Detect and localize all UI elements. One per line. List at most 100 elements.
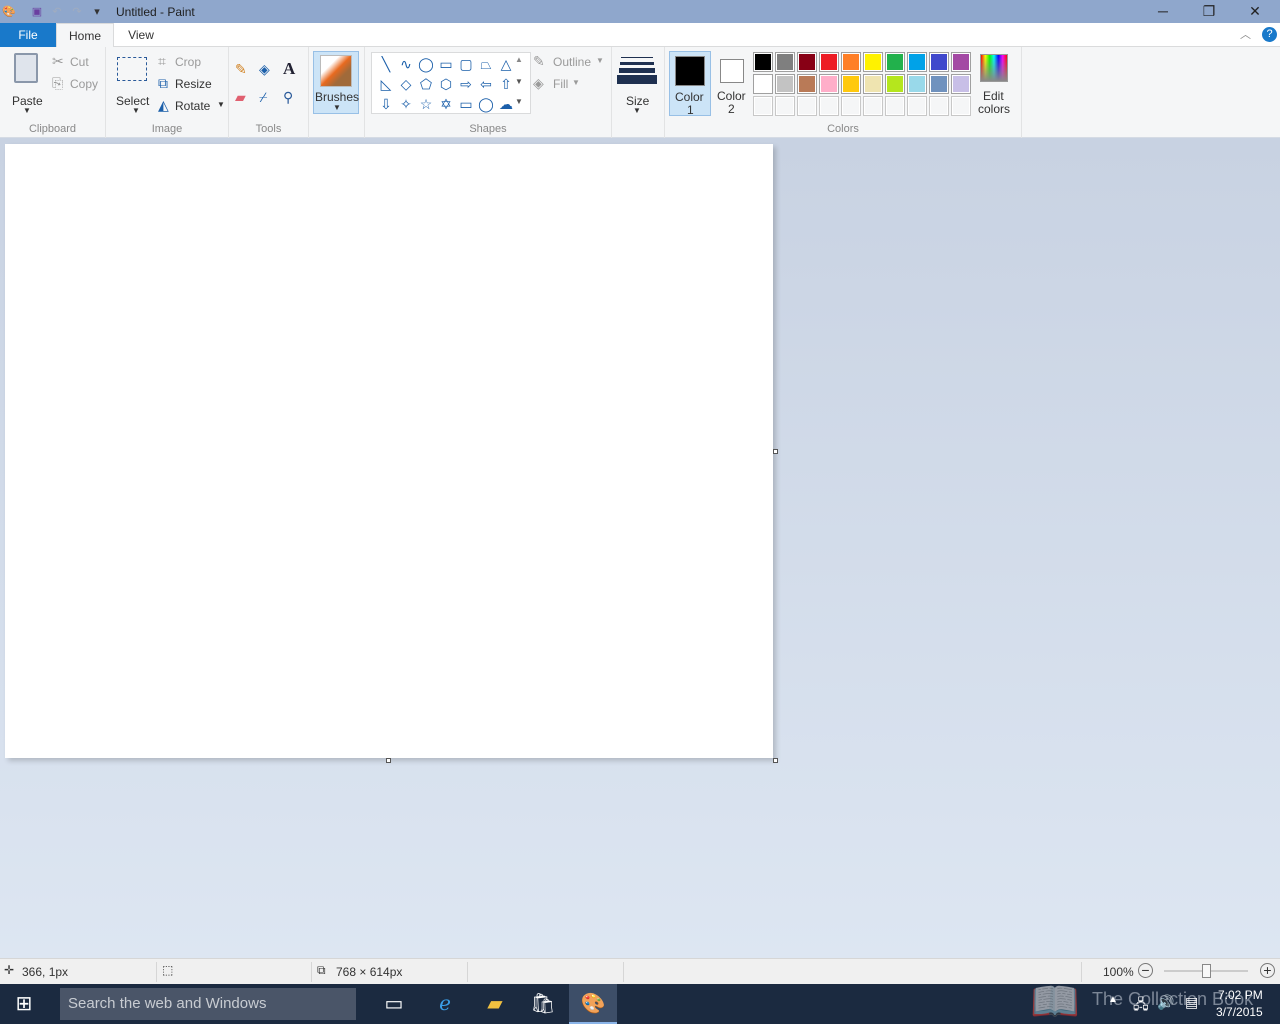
shape-item[interactable]: ⇨ bbox=[456, 74, 476, 94]
text-tool-icon[interactable]: A bbox=[283, 59, 295, 79]
task-view-icon[interactable]: ▭ bbox=[370, 984, 418, 1024]
volume-icon[interactable]: 🔊 bbox=[1157, 994, 1174, 1011]
save-icon[interactable]: ▣ bbox=[30, 5, 44, 19]
custom-color-slot[interactable] bbox=[775, 96, 795, 116]
custom-color-slot[interactable] bbox=[885, 96, 905, 116]
shape-item[interactable]: ⇩ bbox=[376, 94, 396, 114]
shape-item[interactable]: ◇ bbox=[396, 74, 416, 94]
palette-swatch[interactable] bbox=[929, 52, 949, 72]
custom-color-slot[interactable] bbox=[929, 96, 949, 116]
palette-swatch[interactable] bbox=[951, 52, 971, 72]
color1-button[interactable]: Color 1 bbox=[669, 51, 711, 117]
edit-colors-button[interactable]: Edit colors bbox=[975, 51, 1015, 117]
custom-color-slot[interactable] bbox=[841, 96, 861, 116]
undo-icon[interactable]: ↶ bbox=[50, 5, 64, 19]
paint-app-icon[interactable]: 🎨 bbox=[2, 5, 16, 19]
palette-swatch[interactable] bbox=[819, 52, 839, 72]
palette-swatch[interactable] bbox=[907, 52, 927, 72]
shape-item[interactable]: ▭ bbox=[456, 94, 476, 114]
palette-swatch[interactable] bbox=[753, 74, 773, 94]
rotate-button[interactable]: ◭ Rotate ▼ bbox=[158, 97, 225, 115]
custom-color-slot[interactable] bbox=[797, 96, 817, 116]
resize-handle-right[interactable] bbox=[773, 449, 778, 454]
customize-quick-access-icon[interactable]: ▾ bbox=[90, 5, 104, 19]
internet-explorer-icon[interactable]: ℯ bbox=[421, 984, 469, 1024]
palette-swatch[interactable] bbox=[775, 52, 795, 72]
eraser-icon[interactable]: ▰ bbox=[235, 89, 246, 106]
shape-item[interactable]: ⬠ bbox=[416, 74, 436, 94]
network-icon[interactable]: 🖧 bbox=[1133, 994, 1149, 1018]
start-windows-icon[interactable]: ⊞ bbox=[0, 984, 48, 1024]
outline-button[interactable]: ✎ Outline ▼ bbox=[533, 53, 605, 71]
shape-item[interactable]: ⇧ bbox=[496, 74, 516, 94]
color2-button[interactable]: Color 2 bbox=[713, 51, 755, 116]
help-icon[interactable]: ? bbox=[1262, 27, 1277, 42]
action-center-icon[interactable]: ▤ bbox=[1185, 994, 1198, 1011]
fill-button[interactable]: ◈ Fill ▼ bbox=[533, 75, 605, 93]
palette-swatch[interactable] bbox=[841, 52, 861, 72]
shape-item[interactable]: ▢ bbox=[456, 54, 476, 74]
shape-item[interactable]: ✧ bbox=[396, 94, 416, 114]
crop-button[interactable]: ⌗ Crop bbox=[158, 53, 218, 71]
clock-date[interactable]: 3/7/2015 bbox=[1216, 1005, 1263, 1019]
shape-item[interactable]: ▭ bbox=[436, 54, 456, 74]
custom-color-slot[interactable] bbox=[819, 96, 839, 116]
shape-item[interactable]: ☁ bbox=[496, 94, 516, 114]
custom-color-slot[interactable] bbox=[907, 96, 927, 116]
pencil-icon[interactable]: ✎ bbox=[235, 61, 247, 78]
shape-item[interactable]: ∿ bbox=[396, 54, 416, 74]
restore-button[interactable]: ❐ bbox=[1186, 0, 1232, 23]
shape-item[interactable]: ⬡ bbox=[436, 74, 456, 94]
clock-time[interactable]: 7:02 PM bbox=[1218, 988, 1263, 1002]
magnifier-icon[interactable]: ⚲ bbox=[283, 89, 293, 106]
shape-item[interactable]: ⇦ bbox=[476, 74, 496, 94]
copy-button[interactable]: ⎘ Copy bbox=[52, 75, 102, 93]
minimize-button[interactable]: ─ bbox=[1140, 0, 1186, 23]
shape-item[interactable]: ⏢ bbox=[476, 54, 496, 74]
palette-swatch[interactable] bbox=[951, 74, 971, 94]
palette-swatch[interactable] bbox=[885, 52, 905, 72]
shape-item[interactable]: ◺ bbox=[376, 74, 396, 94]
color-picker-icon[interactable]: ⌿ bbox=[259, 89, 267, 106]
zoom-out-icon[interactable]: − bbox=[1138, 963, 1153, 978]
tab-view[interactable]: View bbox=[114, 23, 168, 47]
select-button[interactable]: Select ▼ bbox=[112, 51, 152, 115]
size-button[interactable]: Size ▼ bbox=[616, 51, 660, 115]
palette-swatch[interactable] bbox=[819, 74, 839, 94]
scroll-down-icon[interactable]: ▼ bbox=[515, 77, 523, 86]
collapse-ribbon-icon[interactable]: ︿ bbox=[1240, 26, 1251, 42]
resize-button[interactable]: ⧉ Resize bbox=[158, 75, 218, 93]
search-box[interactable]: Search the web and Windows bbox=[60, 988, 356, 1020]
store-icon[interactable]: 🛍 bbox=[519, 984, 567, 1024]
cut-button[interactable]: ✂ Cut bbox=[52, 53, 102, 71]
drawing-canvas[interactable] bbox=[5, 144, 773, 758]
expand-gallery-icon[interactable]: ▼ bbox=[515, 97, 523, 106]
custom-color-slot[interactable] bbox=[951, 96, 971, 116]
shape-item[interactable]: ☆ bbox=[416, 94, 436, 114]
palette-swatch[interactable] bbox=[863, 74, 883, 94]
zoom-in-icon[interactable]: + bbox=[1260, 963, 1275, 978]
show-hidden-icons[interactable]: ▲ bbox=[1108, 994, 1118, 1005]
zoom-slider-thumb[interactable] bbox=[1202, 964, 1211, 978]
paint-taskbar-icon[interactable]: 🎨 bbox=[569, 984, 617, 1024]
palette-swatch[interactable] bbox=[929, 74, 949, 94]
brushes-button[interactable]: Brushes ▼ bbox=[313, 51, 359, 114]
custom-color-slot[interactable] bbox=[863, 96, 883, 116]
paste-button[interactable]: Paste ▼ bbox=[6, 51, 46, 115]
shape-item[interactable]: ◯ bbox=[476, 94, 496, 114]
scroll-up-icon[interactable]: ▲ bbox=[515, 55, 523, 64]
redo-icon[interactable]: ↷ bbox=[70, 5, 84, 19]
palette-swatch[interactable] bbox=[885, 74, 905, 94]
shape-item[interactable]: △ bbox=[496, 54, 516, 74]
palette-swatch[interactable] bbox=[775, 74, 795, 94]
palette-swatch[interactable] bbox=[753, 52, 773, 72]
tab-file[interactable]: File bbox=[0, 23, 56, 47]
custom-color-slot[interactable] bbox=[753, 96, 773, 116]
resize-handle-bottom[interactable] bbox=[386, 758, 391, 763]
resize-handle-corner[interactable] bbox=[773, 758, 778, 763]
shape-item[interactable]: ✡ bbox=[436, 94, 456, 114]
file-explorer-icon[interactable]: ▰ bbox=[471, 984, 519, 1024]
palette-swatch[interactable] bbox=[863, 52, 883, 72]
palette-swatch[interactable] bbox=[907, 74, 927, 94]
palette-swatch[interactable] bbox=[841, 74, 861, 94]
